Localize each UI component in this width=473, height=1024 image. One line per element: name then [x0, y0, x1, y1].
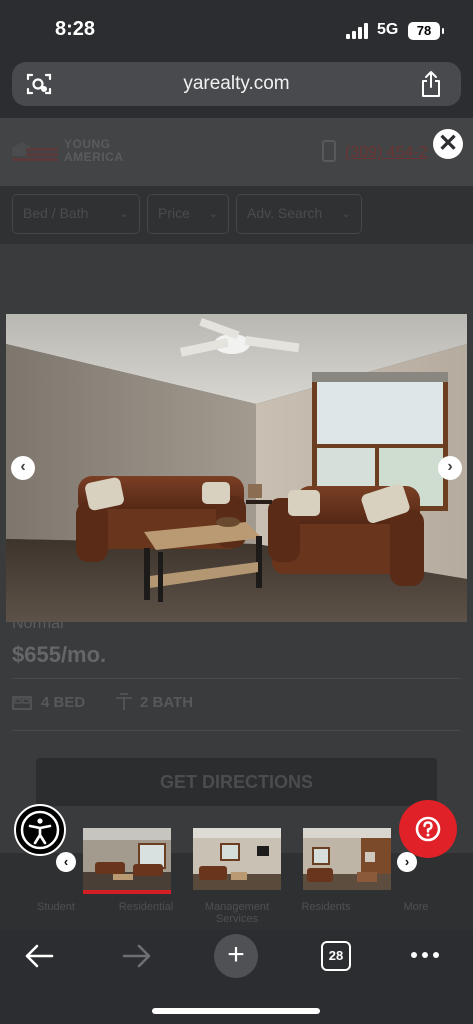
thumbnail-image — [193, 828, 281, 890]
nav-student[interactable]: Student — [16, 901, 96, 913]
home-indicator — [152, 1008, 320, 1014]
divider — [12, 678, 461, 679]
phone-icon — [322, 140, 336, 162]
nav-residential[interactable]: Residential — [106, 901, 186, 913]
chevron-left-icon: ‹ — [63, 854, 69, 869]
logo-flag-icon — [12, 142, 58, 161]
plus-icon: + — [227, 938, 245, 971]
nav-more[interactable]: More — [376, 901, 456, 913]
status-bar: 8:28 5G 78 — [0, 0, 473, 58]
status-time: 8:28 — [55, 18, 96, 40]
listing-image-backdrop — [12, 244, 461, 314]
listing-price: $655/mo. — [12, 642, 107, 667]
gallery-next-button[interactable]: › — [438, 456, 462, 480]
filter-price[interactable]: Price ⌄ — [147, 194, 229, 234]
filter-label: Bed / Bath — [23, 205, 89, 221]
listing-beds: 4 BED — [41, 694, 86, 711]
logo-line2: AMERICA — [64, 150, 124, 164]
logo-text: YOUNG AMERICA — [64, 138, 124, 164]
gallery-prev-button[interactable]: ‹ — [11, 456, 35, 480]
chevron-down-icon: ⌄ — [119, 208, 129, 220]
new-tab-button[interactable]: + — [214, 934, 258, 978]
accessibility-icon — [20, 810, 60, 850]
help-button[interactable] — [399, 800, 457, 858]
listing-baths: 2 BATH — [140, 694, 194, 711]
thumbnails-prev-button[interactable]: ‹ — [56, 852, 76, 872]
chevron-left-icon: ‹ — [20, 458, 26, 475]
bath-icon — [116, 693, 132, 710]
get-directions-button[interactable]: GET DIRECTIONS — [36, 758, 437, 806]
phone-link[interactable]: (309) 454-2 — [345, 144, 428, 162]
thumbnail-image — [83, 828, 171, 890]
forward-arrow-icon[interactable] — [122, 943, 152, 969]
tabs-button[interactable]: 28 — [321, 941, 351, 971]
question-icon — [415, 816, 441, 842]
share-icon[interactable] — [419, 70, 443, 98]
close-icon: ✕ — [437, 130, 459, 157]
nav-management-services[interactable]: Management Services — [196, 901, 278, 925]
gallery-main-photo[interactable] — [6, 314, 467, 622]
signal-icon — [346, 23, 368, 39]
filter-bar: Bed / Bath ⌄ Price ⌄ Adv. Search ⌄ — [0, 186, 473, 244]
filter-adv-search[interactable]: Adv. Search ⌄ — [236, 194, 362, 234]
thumbnail[interactable] — [193, 828, 281, 890]
active-thumbnail-indicator — [83, 890, 171, 894]
chevron-down-icon: ⌄ — [208, 208, 218, 220]
living-room-photo — [6, 314, 467, 622]
more-dots-icon[interactable] — [410, 950, 440, 960]
nav-residents[interactable]: Residents — [286, 901, 366, 913]
chevron-down-icon: ⌄ — [341, 208, 351, 220]
thumbnail-image — [303, 828, 391, 890]
thumbnail[interactable] — [303, 828, 391, 890]
chevron-right-icon: › — [447, 458, 453, 475]
divider — [12, 730, 461, 731]
site-header: YOUNG AMERICA (309) 454-2 — [0, 118, 473, 186]
bed-icon — [12, 696, 32, 710]
battery-icon: 78 — [408, 22, 444, 40]
close-gallery-button[interactable]: ✕ — [433, 129, 463, 159]
back-arrow-icon[interactable] — [24, 943, 54, 969]
url-text[interactable]: yarealty.com — [12, 73, 461, 95]
thumbnail[interactable] — [83, 828, 171, 890]
url-bar[interactable]: yarealty.com — [12, 62, 461, 106]
accessibility-button[interactable] — [14, 804, 66, 856]
filter-bed-bath[interactable]: Bed / Bath ⌄ — [12, 194, 140, 234]
filter-label: Price — [158, 205, 190, 221]
filter-label: Adv. Search — [247, 205, 323, 221]
network-type: 5G — [377, 21, 399, 38]
